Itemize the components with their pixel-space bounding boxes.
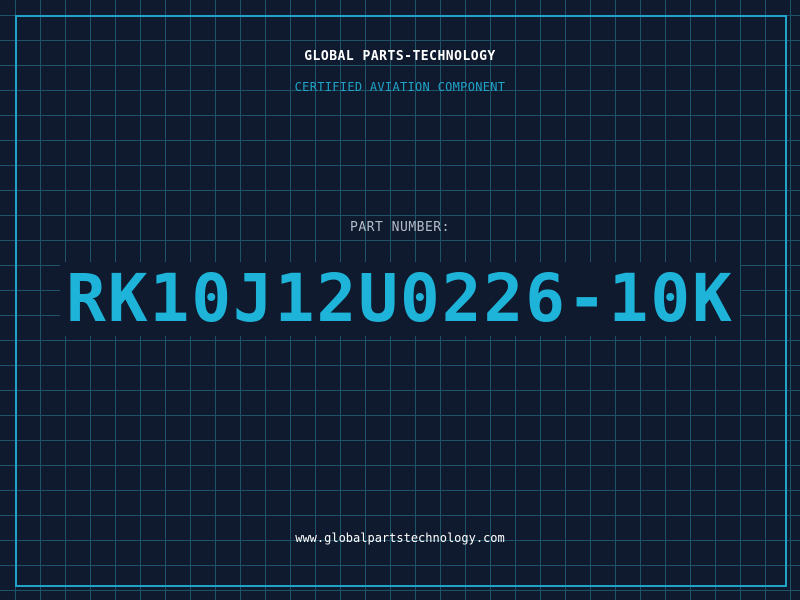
- brand-name: GLOBAL PARTS-TECHNOLOGY: [304, 49, 496, 64]
- part-number-container: RK10J12U0226-10K: [0, 262, 800, 336]
- part-number: RK10J12U0226-10K: [60, 262, 740, 336]
- website-url: www.globalpartstechnology.com: [295, 531, 505, 545]
- tagline: CERTIFIED AVIATION COMPONENT: [294, 80, 506, 94]
- part-number-label: PART NUMBER:: [350, 220, 450, 235]
